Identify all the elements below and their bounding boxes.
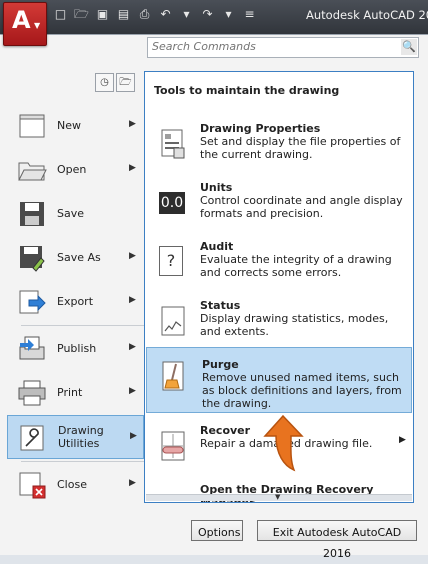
publish-icon bbox=[19, 336, 45, 360]
menu-item-export[interactable]: Export ▶ bbox=[7, 280, 144, 324]
menu-label: Drawing Utilities bbox=[58, 424, 104, 450]
chevron-down-icon: ▼ bbox=[275, 493, 281, 501]
properties-icon bbox=[161, 129, 185, 159]
autocad-logo-icon: A bbox=[12, 6, 31, 34]
save-as-icon[interactable]: ▤ bbox=[115, 6, 132, 23]
wrench-icon bbox=[20, 425, 44, 451]
application-menu-button[interactable]: A ▼ bbox=[3, 2, 47, 46]
menu-label-line1: Drawing bbox=[58, 424, 104, 437]
menu-label: Save As bbox=[57, 251, 101, 264]
folder-open-icon bbox=[18, 162, 47, 181]
printer-icon bbox=[18, 380, 46, 406]
search-icon[interactable]: 🔍 bbox=[401, 39, 417, 55]
panel-item-units[interactable]: 0.0 Units Control coordinate and angle d… bbox=[145, 179, 413, 237]
exit-button[interactable]: Exit Autodesk AutoCAD 2016 bbox=[257, 520, 417, 560]
save-icon bbox=[20, 202, 44, 226]
item-description: Display drawing statistics, modes, and e… bbox=[200, 312, 389, 338]
menu-label: Save bbox=[57, 207, 85, 220]
menu-item-publish[interactable]: Publish ▶ bbox=[7, 327, 144, 371]
item-name: Purge bbox=[202, 358, 239, 371]
menu-item-save-as[interactable]: Save As ▶ bbox=[7, 236, 144, 280]
item-description: Control coordinate and angle display for… bbox=[200, 194, 403, 220]
units-icon: 0.0 bbox=[159, 192, 185, 214]
item-name: Units bbox=[200, 181, 233, 194]
panel-item-drawing-properties[interactable]: Drawing Properties Set and display the f… bbox=[145, 120, 413, 178]
menu-item-new[interactable]: New ▶ bbox=[7, 104, 144, 148]
panel-item-audit[interactable]: ? Audit Evaluate the integrity of a draw… bbox=[145, 238, 413, 296]
save-icon[interactable]: ▣ bbox=[94, 6, 111, 23]
undo-icon[interactable]: ↶ bbox=[157, 6, 174, 23]
menu-item-close[interactable]: Close ▶ bbox=[7, 463, 144, 507]
new-icon[interactable]: □ bbox=[52, 6, 69, 23]
menu-divider bbox=[21, 325, 146, 326]
menu-label: Print bbox=[57, 386, 83, 399]
panel-item-purge[interactable]: Purge Remove unused named items, such as… bbox=[146, 347, 412, 413]
menu-label: Publish bbox=[57, 342, 97, 355]
title-bar: □ 🗁 ▣ ▤ ⎙ ↶ ▾ ↷ ▾ ≡ Autodesk AutoCAD 201… bbox=[0, 0, 428, 34]
close-file-icon bbox=[19, 472, 46, 499]
item-description: Evaluate the integrity of a drawing and … bbox=[200, 253, 392, 279]
options-button[interactable]: Options bbox=[191, 520, 243, 541]
menu-label: Close bbox=[57, 478, 87, 491]
chevron-right-icon: ▶ bbox=[129, 295, 136, 305]
purge-broom-icon bbox=[162, 361, 184, 391]
view-toggle: ◷ 🗁 bbox=[95, 73, 135, 92]
item-name: Audit bbox=[200, 240, 234, 253]
search-input[interactable] bbox=[148, 38, 397, 55]
menu-item-print[interactable]: Print ▶ bbox=[7, 371, 144, 415]
menu-item-save[interactable]: Save bbox=[7, 192, 144, 236]
chevron-right-icon: ▶ bbox=[130, 431, 137, 441]
export-icon bbox=[19, 290, 46, 314]
menu-item-drawing-utilities[interactable]: Drawing Utilities ▶ bbox=[7, 415, 144, 459]
chevron-right-icon: ▶ bbox=[129, 163, 136, 173]
menu-label-line2: Utilities bbox=[58, 437, 100, 450]
chevron-right-icon: ▶ bbox=[129, 119, 136, 129]
redo-dropdown-icon[interactable]: ▾ bbox=[220, 6, 237, 23]
search-bar: 🔍 bbox=[147, 37, 419, 58]
item-name: Drawing Properties bbox=[200, 122, 321, 135]
open-documents-icon[interactable]: 🗁 bbox=[116, 73, 135, 92]
open-icon[interactable]: 🗁 bbox=[73, 6, 90, 23]
undo-dropdown-icon[interactable]: ▾ bbox=[178, 6, 195, 23]
redo-icon[interactable]: ↷ bbox=[199, 6, 216, 23]
chevron-down-icon: ▼ bbox=[34, 21, 41, 30]
recover-icon bbox=[161, 431, 185, 461]
item-name: Recover bbox=[200, 424, 251, 437]
panel-title: Tools to maintain the drawing bbox=[154, 84, 340, 97]
plot-icon[interactable]: ⎙ bbox=[136, 6, 153, 23]
recent-documents-icon[interactable]: ◷ bbox=[95, 73, 114, 92]
chevron-right-icon: ▶ bbox=[129, 478, 136, 488]
chevron-right-icon: ▶ bbox=[129, 251, 136, 261]
menu-item-open[interactable]: Open ▶ bbox=[7, 148, 144, 192]
menu-label: Export bbox=[57, 295, 94, 308]
save-as-icon bbox=[20, 246, 45, 272]
menu-label: Open bbox=[57, 163, 87, 176]
app-title: Autodesk AutoCAD 2016 bbox=[306, 8, 428, 22]
annotation-arrow bbox=[263, 414, 304, 472]
chevron-right-icon: ▶ bbox=[399, 435, 406, 445]
chevron-right-icon: ▶ bbox=[129, 386, 136, 396]
new-file-icon bbox=[19, 114, 45, 138]
menu-label: New bbox=[57, 119, 81, 132]
audit-icon: ? bbox=[159, 246, 183, 276]
status-icon bbox=[161, 306, 185, 336]
item-description: Set and display the file properties of t… bbox=[200, 135, 401, 161]
chevron-right-icon: ▶ bbox=[129, 342, 136, 352]
quick-access-toolbar: □ 🗁 ▣ ▤ ⎙ ↶ ▾ ↷ ▾ ≡ bbox=[52, 6, 258, 23]
menu-divider bbox=[21, 461, 146, 462]
customize-qat-icon[interactable]: ≡ bbox=[241, 6, 258, 23]
scroll-down-bar[interactable]: ▼ bbox=[146, 493, 412, 501]
item-description: Remove unused named items, such as block… bbox=[202, 371, 402, 410]
item-name: Status bbox=[200, 299, 241, 312]
